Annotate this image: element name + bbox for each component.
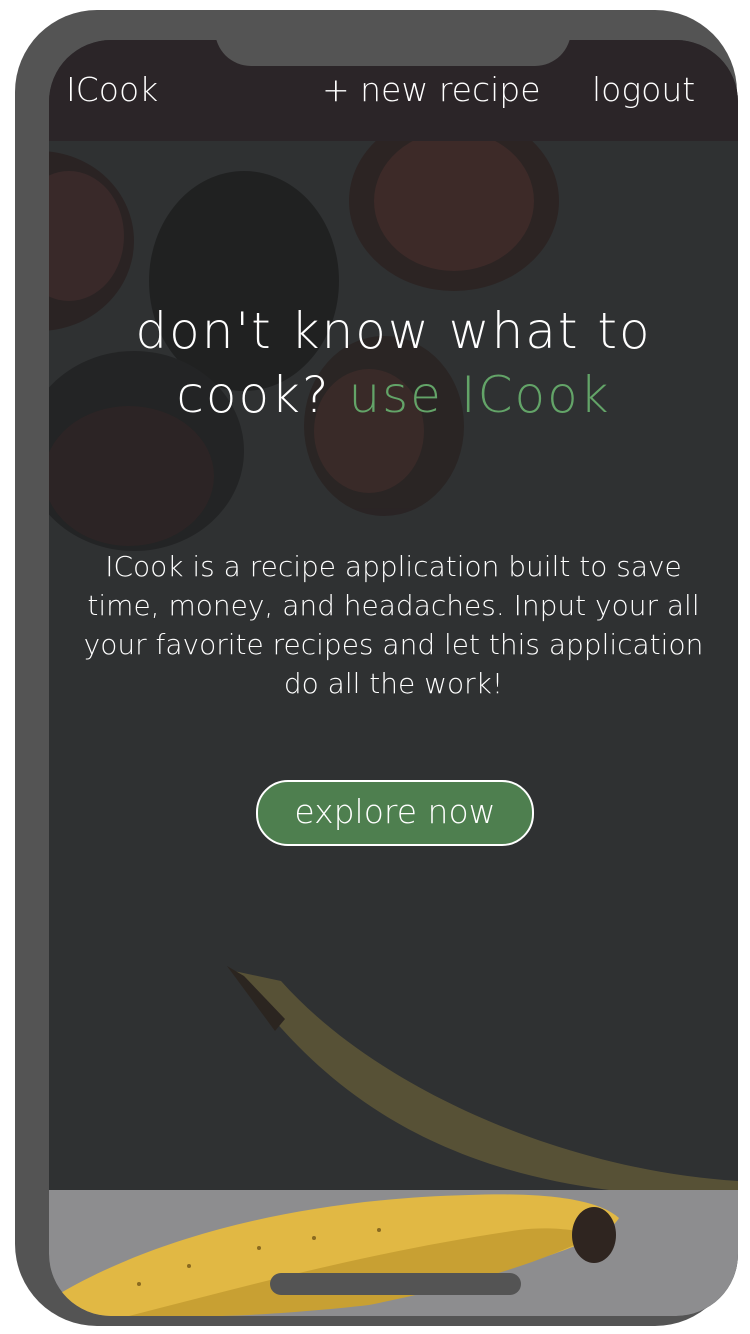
banana-image-strip [49,1190,738,1316]
hero-description: ICook is a recipe application built to s… [83,550,704,700]
screen: ICook + new recipe logout don't know wha… [49,40,738,1316]
hero-section: don't know what to cook? use ICook ICook… [49,141,738,1190]
explore-now-button[interactable]: explore now [256,780,534,846]
headline-line-2: cook? use ICook [49,363,738,427]
new-recipe-link[interactable]: + new recipe [322,70,541,109]
headline-line-1: don't know what to [135,302,652,360]
home-indicator [270,1273,521,1295]
phone-frame: ICook + new recipe logout don't know wha… [15,10,738,1326]
brand-logo[interactable]: ICook [66,70,158,109]
phone-notch [215,20,571,66]
logout-link[interactable]: logout [592,70,695,109]
headline-accent: use ICook [348,366,611,424]
headline-prefix: cook? [176,366,331,424]
hero-headline: don't know what to cook? use ICook [49,299,738,427]
banana-image [49,1194,619,1316]
